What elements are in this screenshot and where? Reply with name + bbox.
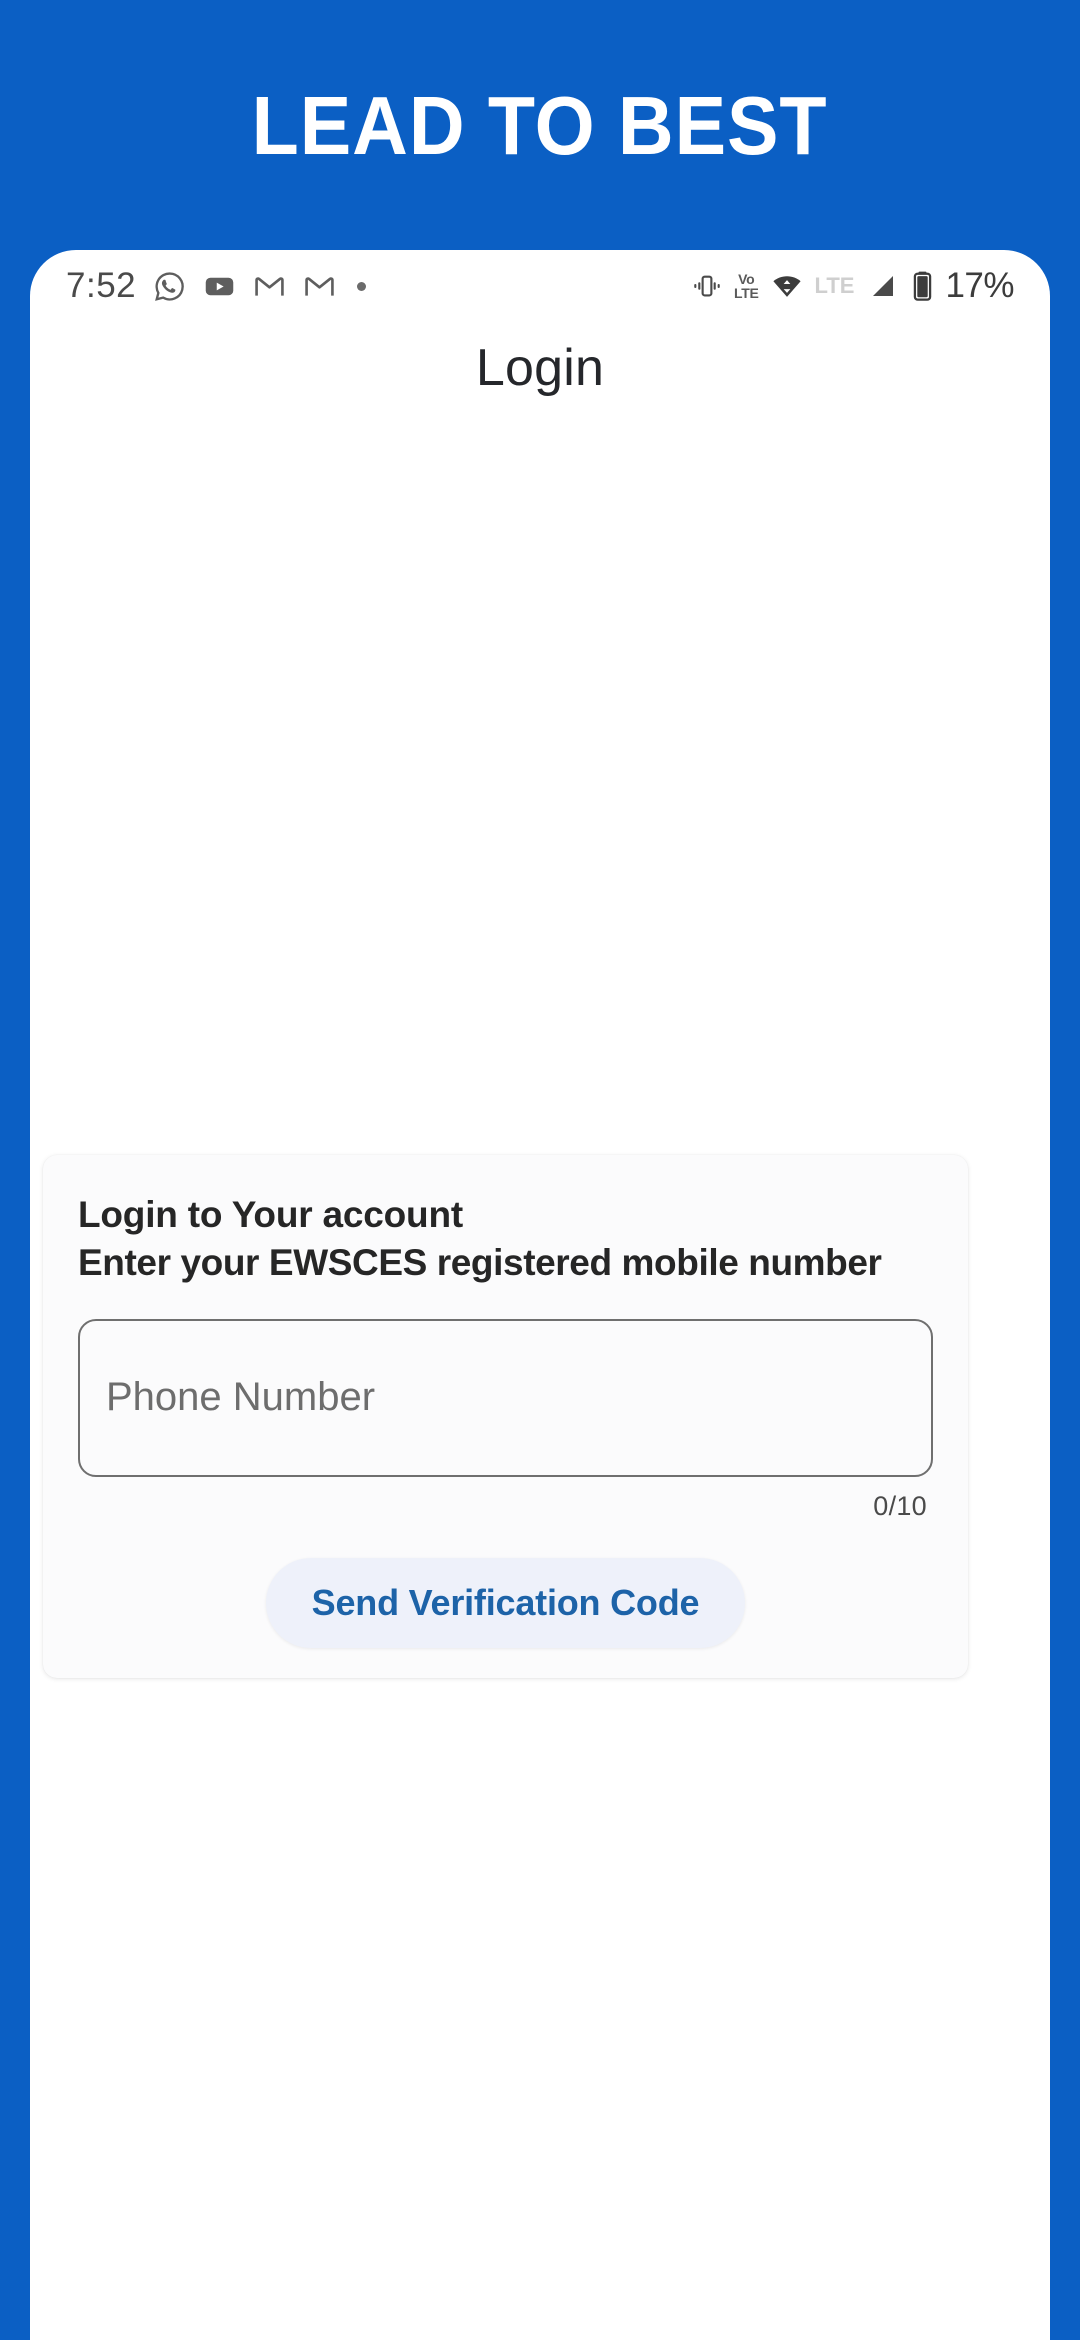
volte-top-label: Vo [738,270,755,287]
gmail-icon [253,270,286,303]
phone-number-input[interactable] [78,1318,933,1477]
status-bar-left: 7:52 [66,266,367,306]
send-button-row: Send Verification Code [78,1557,933,1648]
status-bar-right: Vo LTE LTE 17% [692,266,1014,306]
phone-screen: 7:52 Vo LTE LTE 17% Login Login to Your … [30,250,1050,2340]
phone-field-wrapper [78,1318,933,1477]
login-card-subheading: Enter your EWSCES registered mobile numb… [78,1242,882,1284]
status-bar: 7:52 Vo LTE LTE 17% [30,250,1050,322]
volte-bottom-label: LTE [734,285,759,301]
promo-banner: LEAD TO BEST [0,0,1080,250]
whatsapp-icon [153,270,186,303]
vibrate-icon [692,271,722,301]
status-bar-clock: 7:52 [66,266,137,305]
battery-icon [910,270,935,302]
character-counter: 0/10 [873,1490,927,1521]
more-notifications-dot-icon [357,281,367,291]
page-title: Login [475,339,605,397]
signal-icon [868,271,898,301]
youtube-icon [203,270,236,303]
login-card-heading: Login to Your account [78,1194,463,1235]
battery-percentage: 17% [945,266,1014,305]
app-screenshot-frame: LEAD TO BEST 7:52 Vo LTE LTE 17% Login L… [0,0,1080,2340]
volte-icon: Vo LTE [734,270,759,301]
wifi-icon [771,270,803,302]
send-verification-code-button[interactable]: Send Verification Code [265,1557,746,1648]
banner-title: LEAD TO BEST [252,78,828,172]
gmail-icon-2 [303,270,336,303]
lte-label: LTE [814,273,855,298]
login-card: Login to Your account Enter your EWSCES … [43,1155,968,1678]
